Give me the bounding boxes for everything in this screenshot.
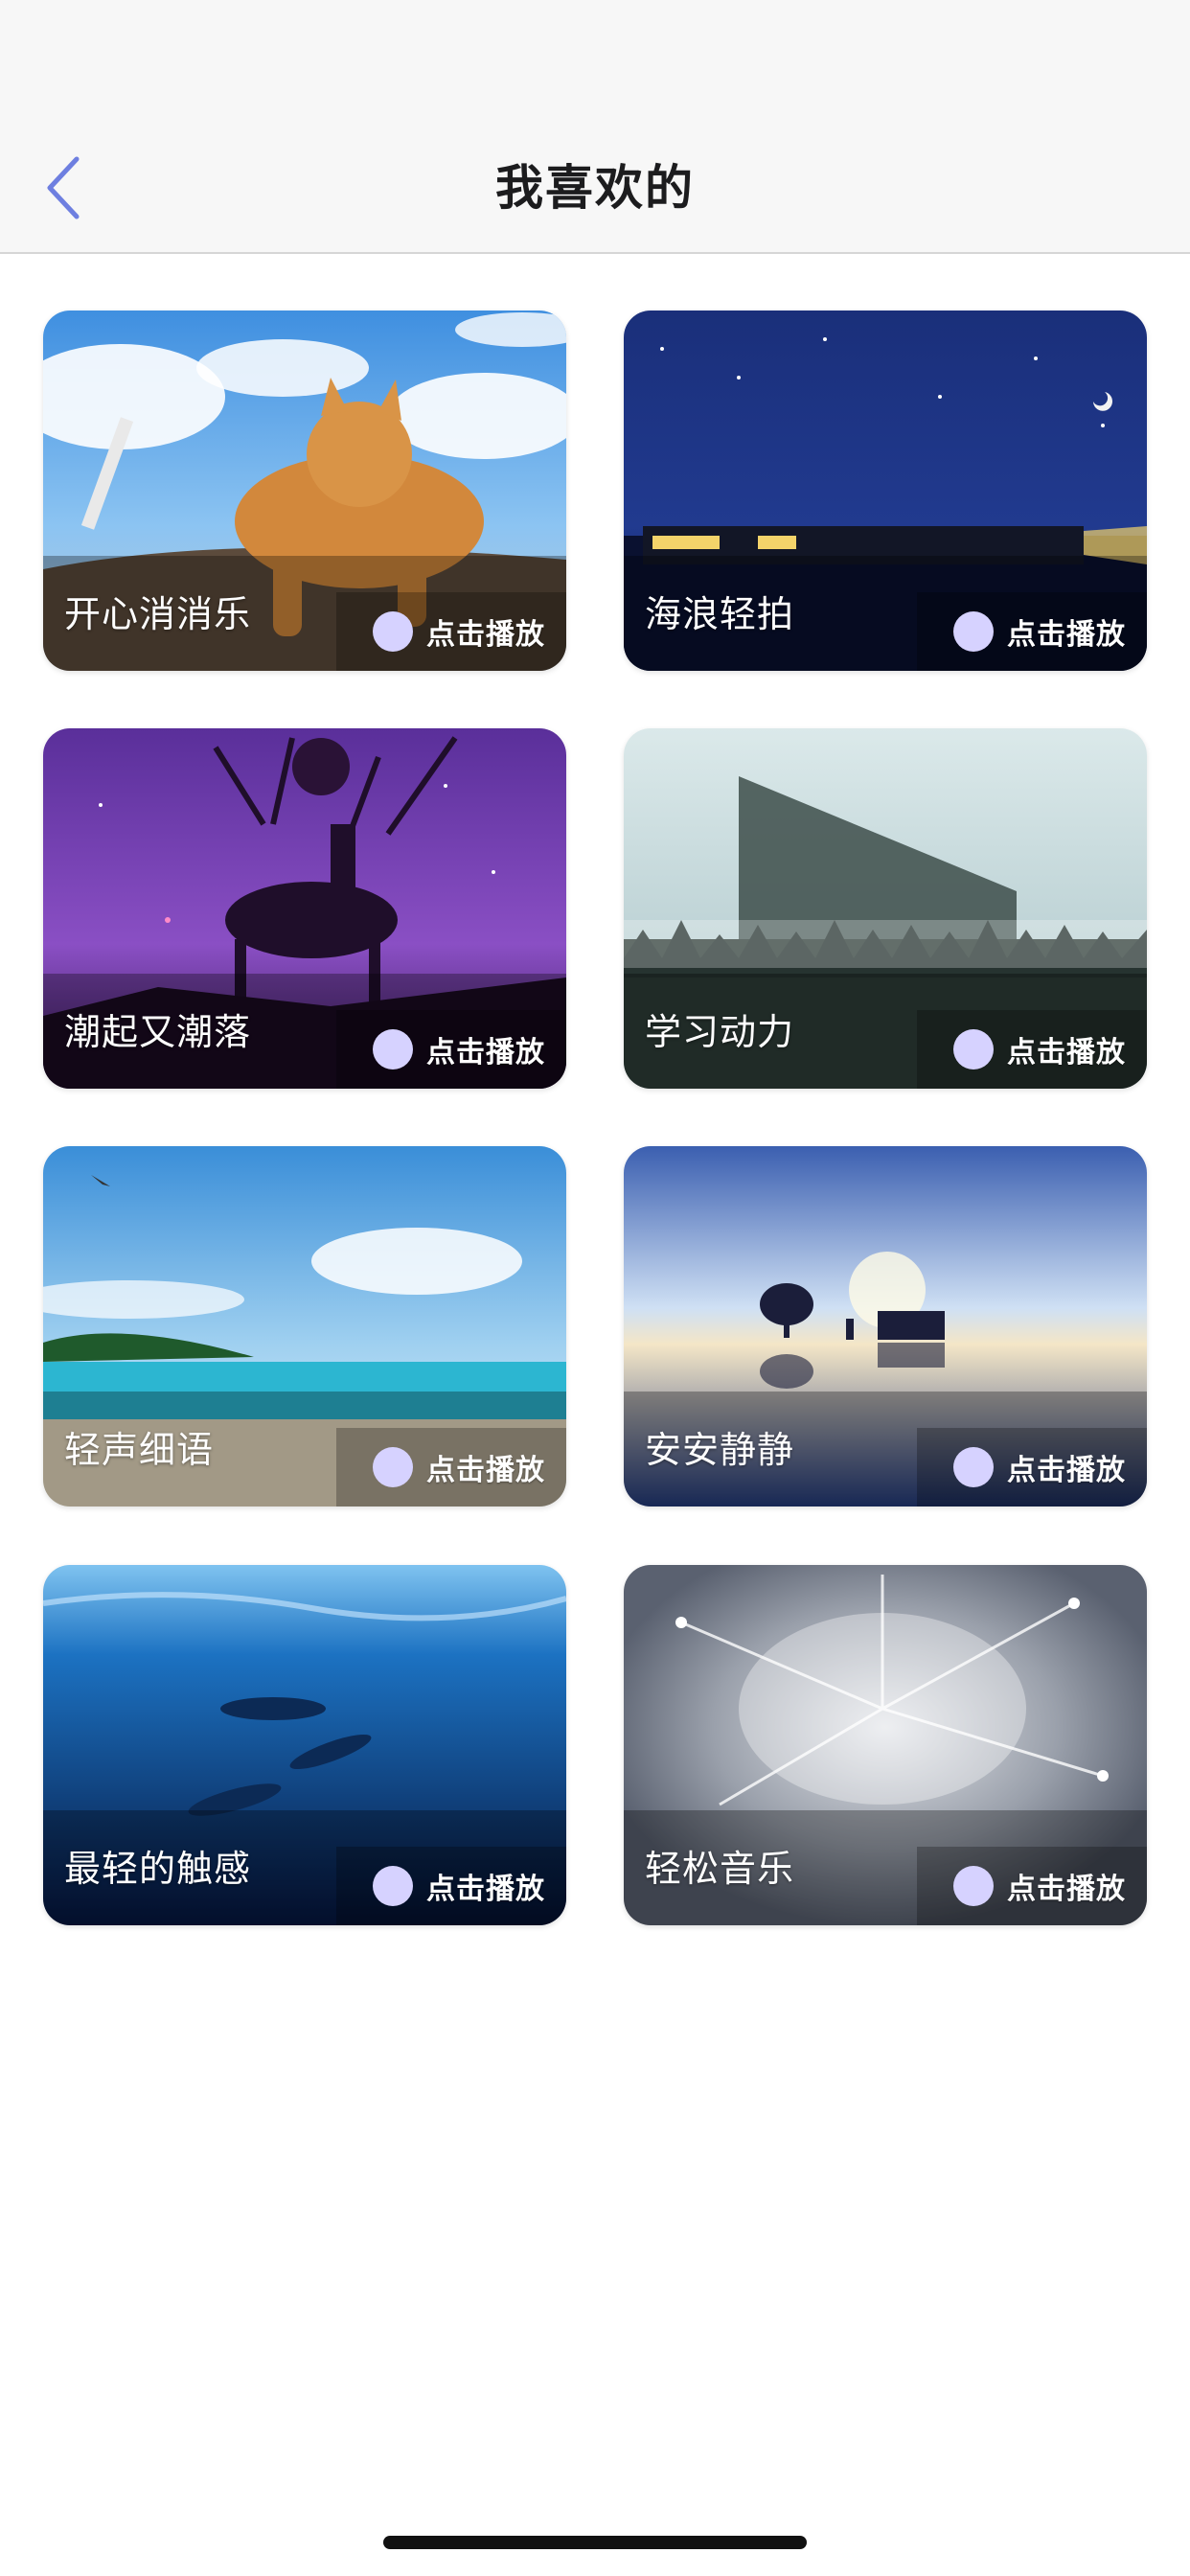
music-card[interactable]: 学习动力 点击播放 <box>624 728 1147 1089</box>
play-icon <box>373 1866 413 1906</box>
card-title: 学习动力 <box>645 1011 795 1053</box>
play-icon <box>373 1447 413 1487</box>
card-title: 开心消消乐 <box>64 593 252 635</box>
play-icon <box>953 611 994 652</box>
music-card[interactable]: 潮起又潮落 点击播放 <box>43 728 566 1089</box>
music-card[interactable]: 开心消消乐 点击播放 <box>43 310 566 671</box>
play-label: 点击播放 <box>1007 1454 1126 1487</box>
play-button[interactable]: 点击播放 <box>917 1847 1147 1925</box>
play-label: 点击播放 <box>426 1873 545 1906</box>
favorites-grid: 开心消消乐 点击播放 海浪轻拍 点击播放 潮起又潮落 点击播放 学习动力 点击播… <box>0 0 1190 2576</box>
play-icon <box>953 1447 994 1487</box>
play-label: 点击播放 <box>426 1454 545 1487</box>
card-title: 潮起又潮落 <box>64 1011 252 1053</box>
play-icon <box>373 1029 413 1070</box>
music-card[interactable]: 安安静静 点击播放 <box>624 1146 1147 1506</box>
play-button[interactable]: 点击播放 <box>336 1847 566 1925</box>
home-indicator <box>383 2536 807 2549</box>
play-button[interactable]: 点击播放 <box>917 1010 1147 1089</box>
card-title: 海浪轻拍 <box>645 593 795 635</box>
play-button[interactable]: 点击播放 <box>917 592 1147 671</box>
play-icon <box>953 1029 994 1070</box>
play-label: 点击播放 <box>1007 618 1126 652</box>
music-card[interactable]: 最轻的触感 点击播放 <box>43 1565 566 1925</box>
card-title: 最轻的触感 <box>64 1848 252 1890</box>
music-card[interactable]: 轻松音乐 点击播放 <box>624 1565 1147 1925</box>
play-label: 点击播放 <box>1007 1036 1126 1070</box>
play-label: 点击播放 <box>426 1036 545 1070</box>
card-title: 轻松音乐 <box>645 1848 795 1890</box>
play-label: 点击播放 <box>426 618 545 652</box>
music-card[interactable]: 轻声细语 点击播放 <box>43 1146 566 1506</box>
play-icon <box>953 1866 994 1906</box>
card-title: 安安静静 <box>645 1429 795 1471</box>
play-label: 点击播放 <box>1007 1873 1126 1906</box>
card-title: 轻声细语 <box>64 1429 215 1471</box>
play-button[interactable]: 点击播放 <box>336 1428 566 1506</box>
app-root: 我喜欢的 开心消消乐 点击播放 海浪轻拍 点击播放 潮起又潮落 点击播放 学习动… <box>0 0 1190 2576</box>
play-button[interactable]: 点击播放 <box>336 1010 566 1089</box>
music-card[interactable]: 海浪轻拍 点击播放 <box>624 310 1147 671</box>
play-icon <box>373 611 413 652</box>
play-button[interactable]: 点击播放 <box>336 592 566 671</box>
play-button[interactable]: 点击播放 <box>917 1428 1147 1506</box>
